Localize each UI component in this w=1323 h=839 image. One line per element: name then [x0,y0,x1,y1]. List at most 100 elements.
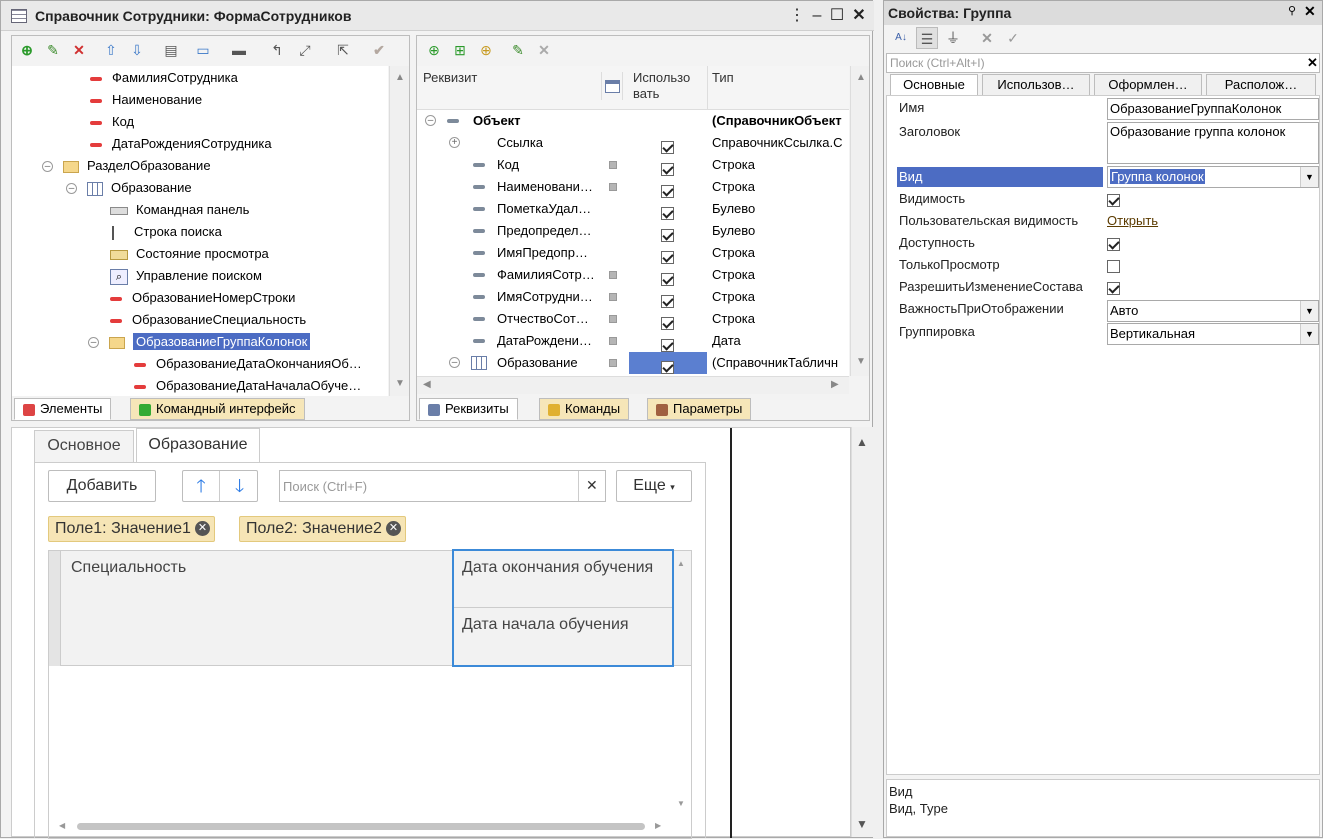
use-checkbox[interactable] [661,361,674,375]
tree-item[interactable]: Строка поиска [110,221,222,243]
properties-search-input[interactable]: Поиск (Ctrl+Alt+I) ✕ [886,53,1320,73]
open-link[interactable]: Открыть [1107,211,1158,231]
use-checkbox[interactable] [661,207,674,221]
add-icon[interactable]: ⊕ [16,39,38,61]
tab-education[interactable]: Образование [136,428,260,462]
allow-change-checkbox[interactable] [1107,280,1120,296]
tree-item[interactable]: ФамилияСотрудника [90,67,238,89]
resize-icon[interactable]: ⤢ [294,39,316,61]
remove-chip-icon[interactable]: ✕ [194,521,210,537]
use-checkbox[interactable] [661,141,674,155]
tree-item[interactable]: Код [90,111,134,133]
display-icon[interactable]: ▭ [192,39,214,61]
attributes-h-scrollbar[interactable]: ◀ ▶ [417,376,849,394]
use-checkbox[interactable] [661,339,674,353]
pin-icon[interactable]: ⚲ [1288,4,1296,17]
sort-icon[interactable]: ▤ [160,39,182,61]
tab-design[interactable]: Оформлен… [1094,74,1202,96]
attribute-row[interactable]: ПометкаУдал… Булево [417,198,849,221]
use-checkbox[interactable] [661,185,674,199]
grouping-select[interactable]: Вертикальная ▼ [1107,323,1319,345]
tree-item[interactable]: ОбразованиеДатаНачалаОбуче… [134,375,361,396]
scroll-up-icon[interactable]: ▲ [856,72,866,83]
attributes-v-scrollbar[interactable]: ▲ ▼ [850,66,869,376]
tab-layout[interactable]: Располож… [1206,74,1316,96]
tab-main[interactable]: Основное [34,430,134,462]
use-checkbox[interactable] [661,295,674,309]
maximize-icon[interactable]: ☐ [827,6,847,26]
use-checkbox[interactable] [661,229,674,243]
tab-main[interactable]: Основные [890,74,978,96]
column-specialty[interactable]: Специальность [71,559,186,577]
remove-chip-icon[interactable]: ✕ [385,521,401,537]
tree-item[interactable]: Состояние просмотра [110,243,269,265]
readonly-checkbox[interactable] [1107,258,1120,274]
collapse-icon[interactable]: – [42,161,53,173]
scroll-up-icon[interactable]: ▲ [677,559,685,568]
column-end-date[interactable]: Дата окончания обучения [462,559,653,577]
use-checkbox[interactable] [661,163,674,177]
tab-attributes[interactable]: Реквизиты [419,398,518,420]
group-icon[interactable]: ▬ [228,39,250,61]
use-checkbox[interactable] [661,273,674,287]
scroll-down-icon[interactable]: ▼ [395,378,405,389]
attribute-row[interactable]: – Образование (СправочникТабличн [417,352,849,375]
attribute-row[interactable]: ДатаРождени… Дата [417,330,849,353]
header-type[interactable]: Тип [712,70,734,85]
scroll-up-icon[interactable]: ▲ [395,72,405,83]
preview-v-scrollbar[interactable]: ▲ ▼ [851,427,873,837]
column-start-date[interactable]: Дата начала обучения [462,616,629,634]
sort-alpha-icon[interactable]: A↓ [890,27,912,49]
tab-parameters[interactable]: Параметры [647,398,752,420]
attribute-row[interactable]: + Ссылка СправочникСсылка.С [417,132,849,155]
attribute-row[interactable]: Код Строка [417,154,849,177]
chevron-down-icon[interactable]: ▼ [1300,167,1318,187]
categories-icon[interactable]: ☰ [916,27,938,49]
add-attribute-icon[interactable]: ⊕ [423,39,445,61]
tree-scrollbar[interactable]: ▲ ▼ [389,66,409,396]
tab-elements[interactable]: Элементы [14,398,112,420]
tree-item[interactable]: ОбразованиеНомерСтроки [110,287,295,309]
close-icon[interactable]: ✕ [849,6,869,26]
attribute-row[interactable]: ОтчествоСот… Строка [417,308,849,331]
move-up-icon[interactable]: 🡑 [183,471,220,501]
use-checkbox[interactable] [661,251,674,265]
collapse-icon[interactable]: – [449,357,460,368]
scroll-left-icon[interactable]: ◀ [59,821,65,830]
check-icon[interactable]: ✔ [368,39,390,61]
header-use[interactable]: Использо вать [633,70,703,102]
tree-item[interactable]: – РазделОбразование [42,155,211,177]
close-icon[interactable]: ✕ [1304,3,1316,20]
importance-select[interactable]: Авто ▼ [1107,300,1319,322]
tree-item[interactable]: ⌕ Управление поиском [110,265,262,287]
tree-item[interactable]: ОбразованиеСпециальность [110,309,306,331]
collapse-icon[interactable]: – [88,337,99,349]
move-down-icon[interactable]: ⇩ [126,39,148,61]
scroll-down-icon[interactable]: ▼ [856,356,866,367]
scroll-right-icon[interactable]: ▶ [831,379,839,390]
filter-icon[interactable]: ⏚ [942,27,964,49]
scroll-down-icon[interactable]: ▼ [856,817,868,831]
more-button[interactable]: Еще ▾ [616,470,692,502]
tree-item[interactable]: Командная панель [110,199,249,221]
move-down-icon[interactable]: 🡓 [221,471,258,501]
tab-command-interface[interactable]: Командный интерфейс [130,398,305,420]
add-table-icon[interactable]: ⊞ [449,39,471,61]
tab-commands[interactable]: Команды [539,398,630,420]
tree-item[interactable]: ОбразованиеДатаОкончанияОб… [134,353,362,375]
edit-icon[interactable]: ✎ [507,39,529,61]
header-attribute[interactable]: Реквизит [423,70,477,85]
name-field[interactable]: ОбразованиеГруппаКолонок [1107,98,1319,120]
link-icon[interactable]: ↰ [266,39,288,61]
enabled-checkbox[interactable] [1107,236,1120,252]
filter-chip[interactable]: Поле2: Значение2 ✕ [239,516,406,542]
collapse-icon[interactable]: – [66,183,77,195]
scroll-up-icon[interactable]: ▲ [856,435,868,449]
header-field[interactable]: Образование группа колонок [1107,122,1319,164]
tree-item-selected[interactable]: – ОбразованиеГруппаКолонок [88,331,311,353]
scroll-right-icon[interactable]: ▶ [655,821,661,830]
delete-icon[interactable]: ✕ [68,39,90,61]
move-up-icon[interactable]: ⇧ [100,39,122,61]
tree-item[interactable]: – Образование [66,177,192,199]
h-scrollbar-thumb[interactable] [77,823,645,830]
